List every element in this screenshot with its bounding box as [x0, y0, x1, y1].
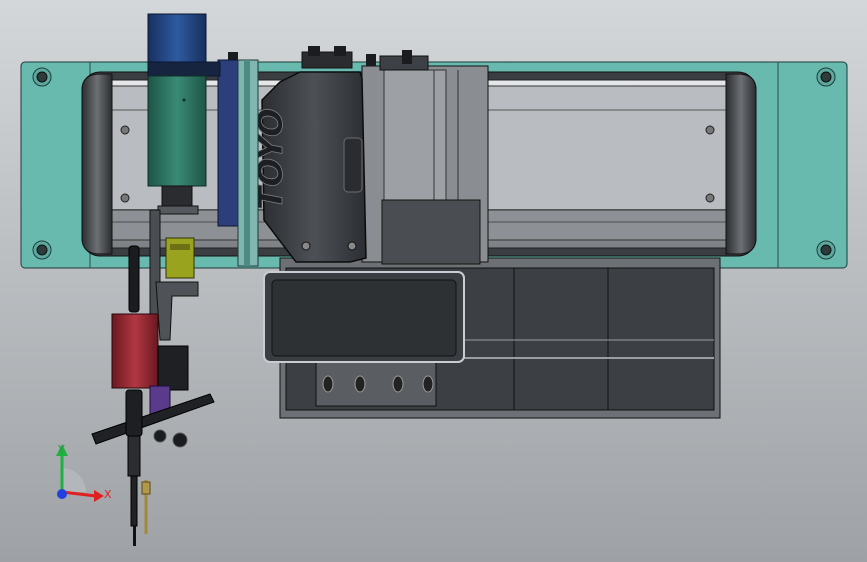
- z-axis-dot: [57, 489, 67, 499]
- rail-end-cap-right: [725, 73, 757, 255]
- rail-end-cap-left: [81, 73, 113, 255]
- x-axis-label: X: [104, 488, 112, 501]
- mounting-hole-bottom-right: [816, 240, 836, 260]
- mounting-hole-bottom-left: [32, 240, 52, 260]
- sensor-block: [165, 237, 195, 279]
- model-drawing: TOYO Y X: [0, 0, 867, 562]
- cad-viewport[interactable]: TOYO Y X: [0, 0, 867, 562]
- cable-bracket: [263, 271, 465, 363]
- mounting-hole-top-left: [32, 67, 52, 87]
- y-axis-label: Y: [57, 443, 65, 456]
- mounting-hole-top-right: [816, 67, 836, 87]
- carriage-block[interactable]: [361, 55, 489, 265]
